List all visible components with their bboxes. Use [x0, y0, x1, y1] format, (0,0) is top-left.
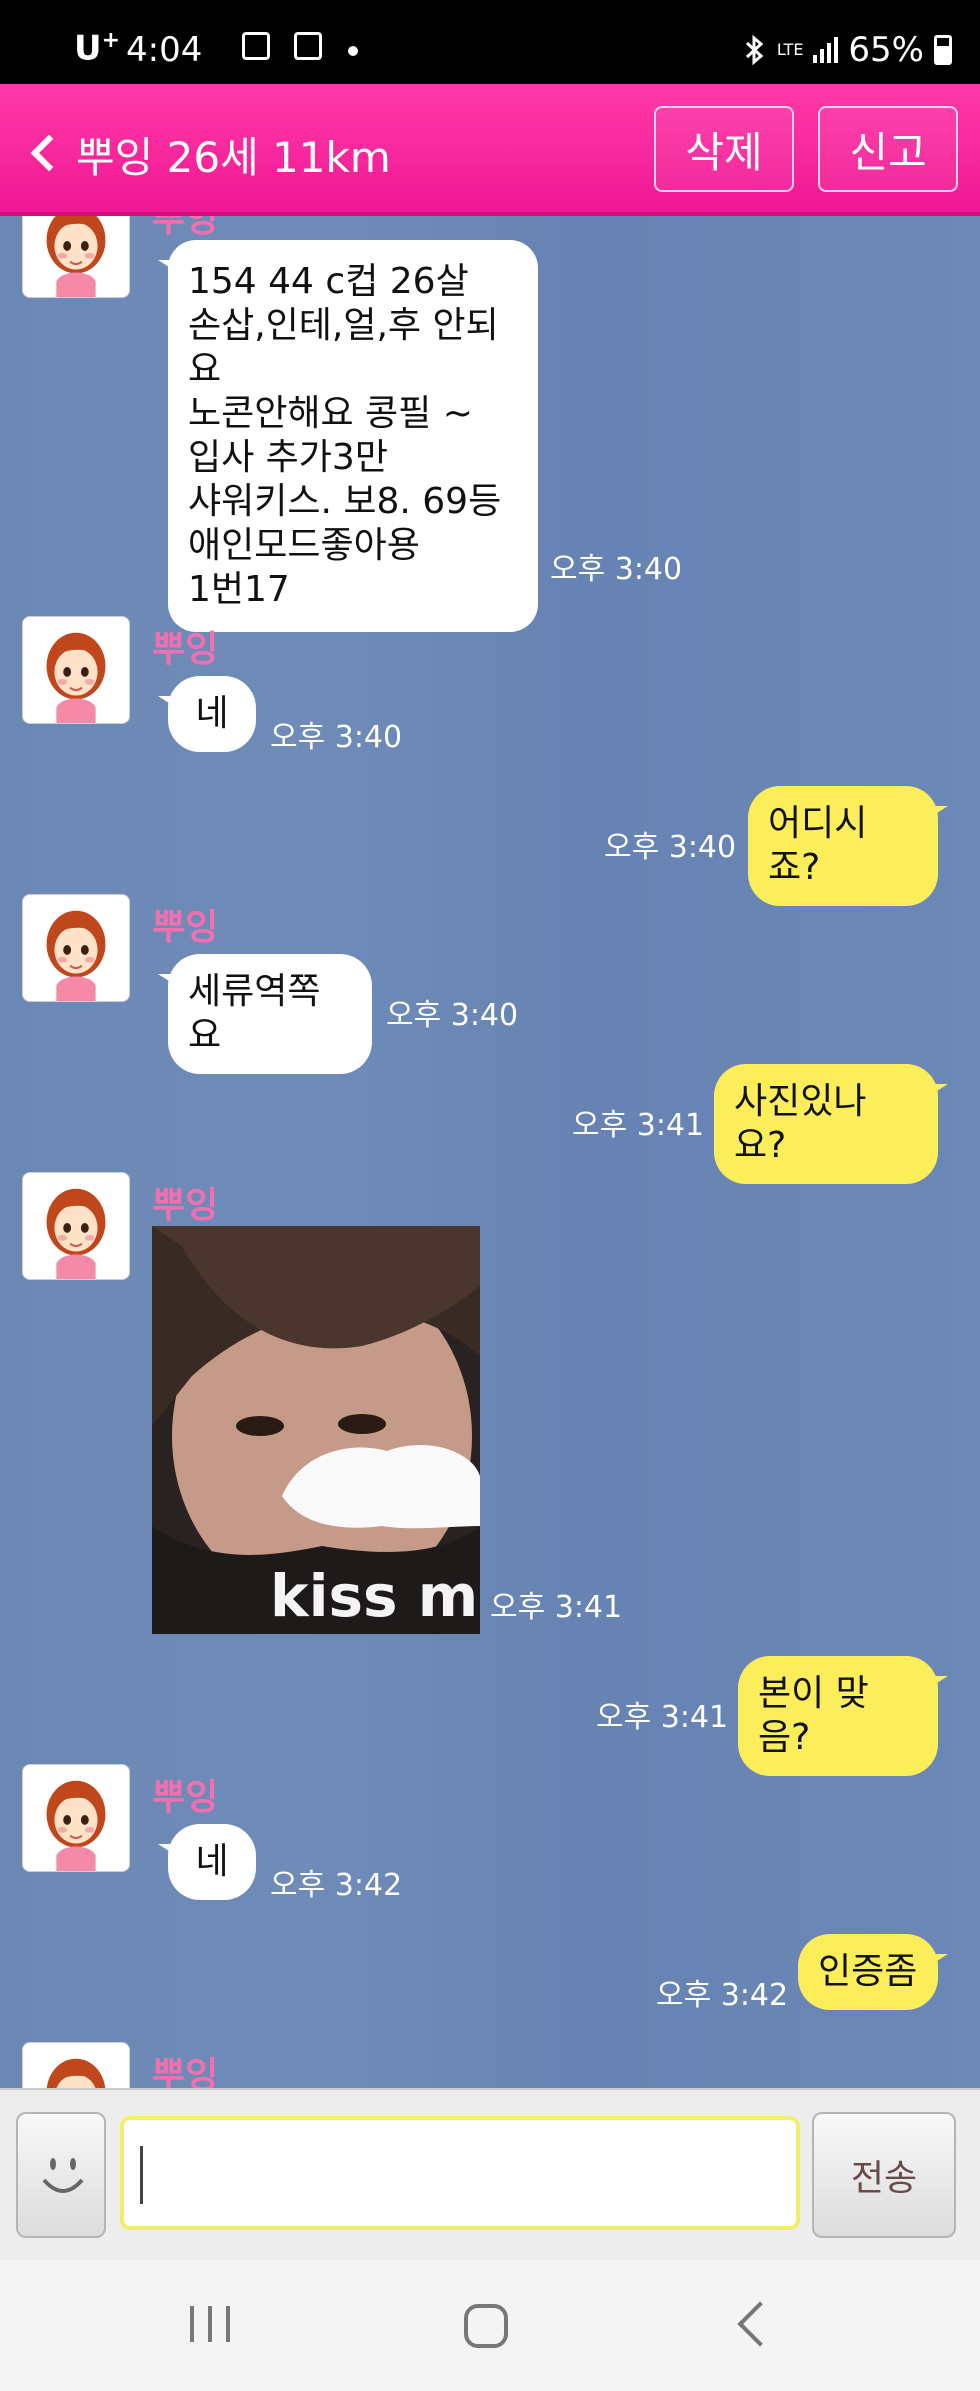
message-time: 오후 3:40 [550, 552, 683, 587]
chat-header: 뿌잉 26세 11km 삭제 신고 [0, 84, 980, 216]
signal-icon [813, 37, 839, 63]
image-notification-icon [294, 32, 322, 60]
message-time: 오후 3:41 [490, 1590, 623, 1625]
delete-button[interactable]: 삭제 [654, 106, 794, 192]
message-bubble-outgoing[interactable]: 본이 맞음? [738, 1656, 948, 1776]
message-bubble-incoming[interactable]: 154 44 c컵 26살 손삽,인테,얼,후 안되요 노콘안해요 콩필 ~ 입… [158, 240, 538, 632]
nav-recent-icon[interactable] [190, 2306, 230, 2342]
chat-area[interactable]: 뿌잉 154 44 c컵 26살 손삽,인테,얼,후 안되요 노콘안해요 콩필 … [0, 216, 980, 2088]
message-time: 오후 3:41 [596, 1700, 729, 1735]
input-bar: 전송 [0, 2088, 980, 2260]
svg-text:kiss m: kiss m [270, 1562, 478, 1630]
message-bubble-incoming[interactable]: 세류역쪽요 [158, 954, 372, 1074]
message-bubble-outgoing[interactable]: 어디시죠? [748, 786, 948, 906]
message-bubble-incoming[interactable]: 네 [158, 1824, 256, 1900]
bluetooth-icon [745, 34, 764, 66]
sender-name: 뿌잉 [152, 1777, 219, 1818]
status-time: 4:04 [126, 30, 203, 70]
message-time: 오후 3:40 [386, 998, 519, 1033]
message-bubble-incoming[interactable]: 네 [158, 676, 256, 752]
message-time: 오후 3:42 [270, 1868, 403, 1903]
sender-name: 뿌잉 [152, 907, 219, 948]
sender-name: 뿌잉 [152, 216, 219, 240]
sender-name: 뿌잉 [152, 629, 219, 670]
chat-title: 뿌잉 26세 11km [76, 133, 391, 182]
gallery-notification-icon [242, 32, 270, 60]
avatar[interactable] [22, 1172, 130, 1280]
message-input[interactable] [120, 2116, 800, 2230]
back-icon[interactable] [22, 120, 72, 180]
battery-percent: 65% [848, 30, 924, 70]
carrier-label: U+ [74, 28, 121, 69]
battery-icon [934, 35, 952, 65]
message-time: 오후 3:42 [656, 1978, 789, 2013]
avatar[interactable] [22, 2042, 130, 2088]
avatar[interactable] [22, 894, 130, 1002]
sender-name: 뿌잉 [152, 1185, 219, 1226]
avatar[interactable] [22, 1764, 130, 1872]
report-button[interactable]: 신고 [818, 106, 958, 192]
network-type: LTE [776, 40, 804, 59]
send-button[interactable]: 전송 [812, 2112, 956, 2238]
status-right: LTE 65% [743, 30, 952, 70]
notification-dot-icon [348, 46, 358, 56]
message-time: 오후 3:40 [270, 720, 403, 755]
message-time: 오후 3:41 [572, 1108, 705, 1143]
message-bubble-outgoing[interactable]: 사진있나요? [714, 1064, 948, 1184]
message-photo[interactable]: kiss m [152, 1226, 480, 1634]
system-nav-bar [0, 2260, 980, 2391]
nav-back-icon[interactable] [737, 2301, 783, 2347]
avatar[interactable] [22, 216, 130, 298]
message-time: 오후 3:40 [604, 830, 737, 865]
smiley-icon [42, 2158, 84, 2193]
emoji-button[interactable] [16, 2112, 106, 2238]
status-bar: U+ 4:04 LTE 65% [0, 0, 980, 84]
nav-home-icon[interactable] [464, 2304, 508, 2348]
sender-name: 뿌잉 [152, 2055, 219, 2088]
message-bubble-outgoing[interactable]: 인증좀 [798, 1934, 948, 2010]
avatar[interactable] [22, 616, 130, 724]
